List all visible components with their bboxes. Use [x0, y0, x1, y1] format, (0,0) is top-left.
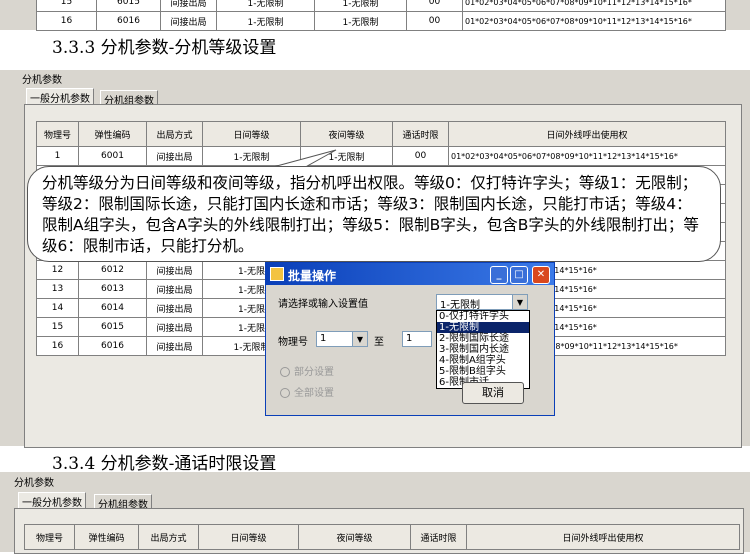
- table-cell: 6001: [78, 146, 147, 166]
- panel-title: 分机参数: [22, 75, 62, 86]
- radio-all[interactable]: 全部设置: [280, 384, 334, 399]
- column-header[interactable]: 夜间等级: [300, 121, 393, 147]
- section-heading-333: 3.3.3 分机参数-分机等级设置: [52, 33, 277, 58]
- table-cell: 间接出局: [160, 0, 217, 12]
- table-cell: 6015: [78, 317, 147, 337]
- column-header[interactable]: 日间外线呼出使用权: [448, 121, 726, 147]
- table-cell: 14: [36, 298, 79, 318]
- radio-partial-label: 部分设置: [294, 367, 334, 378]
- extension-params-window-2: 分机参数 一般分机参数 分机组参数 物理号 弹性编码 出局方式 日间等级 夜间等级 通话时…: [0, 472, 750, 554]
- grade-option[interactable]: 0-仅打特许字头: [437, 311, 529, 322]
- radio-partial[interactable]: 部分设置: [280, 363, 334, 378]
- grade-option[interactable]: 2-限制国际长途: [437, 333, 529, 344]
- table-cell: 15: [36, 317, 79, 337]
- top-table-window: 15 6015 间接出局 1-无限制 1-无限制 00 01*02*03*04*05*06*…: [0, 0, 750, 31]
- table-cell: 1: [36, 146, 79, 166]
- table-cell: 6016: [78, 336, 147, 356]
- dialog-prompt: 请选择或输入设置值: [278, 299, 368, 310]
- panel2-title: 分机参数: [14, 478, 54, 489]
- phys-from-value: 1: [320, 333, 327, 344]
- column-header[interactable]: 弹性编码: [74, 524, 139, 550]
- table-cell: 00: [392, 146, 449, 166]
- column-header[interactable]: 物理号: [24, 524, 75, 550]
- column-header[interactable]: 弹性编码: [78, 121, 147, 147]
- chevron-down-icon[interactable]: ▼: [512, 295, 527, 309]
- maximize-icon[interactable]: □: [510, 266, 528, 284]
- grade-option[interactable]: 4-限制A组字头: [437, 355, 529, 366]
- table-cell: 间接出局: [146, 279, 203, 299]
- table-cell: 间接出局: [160, 11, 217, 31]
- table-cell: 13: [36, 279, 79, 299]
- table-row[interactable]: 1 6001 间接出局 1-无限制 1-无限制 00 01*02*03*04*05*06*0…: [36, 146, 726, 166]
- table-cell: 6014: [78, 298, 147, 318]
- table-cell: 1-无限制: [216, 11, 315, 31]
- radio-all-label: 全部设置: [294, 388, 334, 399]
- table-cell: 00: [406, 11, 463, 31]
- table-cell: 16: [36, 336, 79, 356]
- close-icon[interactable]: ✕: [532, 266, 550, 284]
- minimize-icon[interactable]: _: [490, 266, 508, 284]
- table-cell: 01*02*03*04*05*06*07*08*09*10*11*12*13*1…: [462, 0, 726, 12]
- cancel-button[interactable]: 取消: [462, 382, 524, 404]
- to-label: 至: [374, 337, 384, 348]
- table-cell: 6012: [78, 260, 147, 280]
- section-heading-334: 3.3.4 分机参数-通话时限设置: [52, 449, 277, 474]
- column-header[interactable]: 日间外线呼出使用权: [466, 524, 740, 550]
- table-cell: 6016: [96, 11, 161, 31]
- table-cell: 间接出局: [146, 336, 203, 356]
- dialog-title: 批量操作: [288, 269, 337, 283]
- table-row[interactable]: 15 6015 间接出局 1-无限制 1-无限制 00 01*02*03*04*05*06*…: [36, 0, 726, 12]
- table-row[interactable]: 166016间接出局1-无限制1-无限制0001*02*03*04*05*06*…: [36, 11, 726, 31]
- table-cell: 01*02*03*04*05*06*07*08*09*10*11*12*13*1…: [462, 11, 726, 31]
- column-header[interactable]: 通话时限: [410, 524, 467, 550]
- table-cell: 12: [36, 260, 79, 280]
- dialog-title-bar: 批量操作 _ □ ✕: [266, 263, 554, 285]
- table-cell: 间接出局: [146, 260, 203, 280]
- column-header[interactable]: 物理号: [36, 121, 79, 147]
- table-cell: 1-无限制: [216, 0, 315, 12]
- grade-explanation-callout: 分机等级分为日间等级和夜间等级，指分机呼出权限。等级0：仅打特许字头；等级1：无…: [27, 166, 721, 262]
- column-header[interactable]: 日间等级: [202, 121, 301, 147]
- table-cell: 6013: [78, 279, 147, 299]
- grade-select[interactable]: 1-无限制 ▼: [436, 294, 528, 311]
- chevron-down-icon[interactable]: ▼: [352, 332, 367, 346]
- grade-option[interactable]: 1-无限制: [437, 322, 529, 333]
- column-header[interactable]: 通话时限: [392, 121, 449, 147]
- table-cell: 1-无限制: [314, 11, 407, 31]
- table-cell: 16: [36, 11, 97, 31]
- phys-to-value: 1: [406, 333, 413, 344]
- grade-explanation-text: 分机等级分为日间等级和夜间等级，指分机呼出权限。等级0：仅打特许字头；等级1：无…: [42, 174, 699, 255]
- phys-to-select[interactable]: 1: [402, 331, 432, 347]
- column-header[interactable]: 出局方式: [138, 524, 199, 550]
- table-cell: 间接出局: [146, 317, 203, 337]
- table-cell: 间接出局: [146, 146, 203, 166]
- table-cell: 6015: [96, 0, 161, 12]
- phys-label: 物理号: [278, 337, 308, 348]
- table-cell: 00: [406, 0, 463, 12]
- table-cell: 间接出局: [146, 298, 203, 318]
- table-cell: 15: [36, 0, 97, 12]
- top-table: 15 6015 间接出局 1-无限制 1-无限制 00 01*02*03*04*05*06*…: [36, 0, 726, 31]
- batch-dialog: 批量操作 _ □ ✕ 请选择或输入设置值 1-无限制 ▼ 0-仅打特许字头 1-无…: [265, 262, 555, 416]
- column-header[interactable]: 夜间等级: [298, 524, 411, 550]
- extension-table-2: 物理号 弹性编码 出局方式 日间等级 夜间等级 通话时限 日间外线呼出使用权: [24, 524, 740, 550]
- column-header[interactable]: 出局方式: [146, 121, 203, 147]
- grade-option[interactable]: 3-限制国内长途: [437, 344, 529, 355]
- grade-options-list[interactable]: 0-仅打特许字头 1-无限制 2-限制国际长途 3-限制国内长途 4-限制A组字头 5-限…: [436, 310, 530, 389]
- grade-option[interactable]: 5-限制B组字头: [437, 366, 529, 377]
- table-cell: 1-无限制: [314, 0, 407, 12]
- phys-from-select[interactable]: 1 ▼: [316, 331, 368, 347]
- column-header[interactable]: 日间等级: [198, 524, 299, 550]
- app-icon: [270, 267, 284, 281]
- table-cell: 01*02*03*04*05*06*07*08*09*10*11*12*13*1…: [448, 146, 726, 166]
